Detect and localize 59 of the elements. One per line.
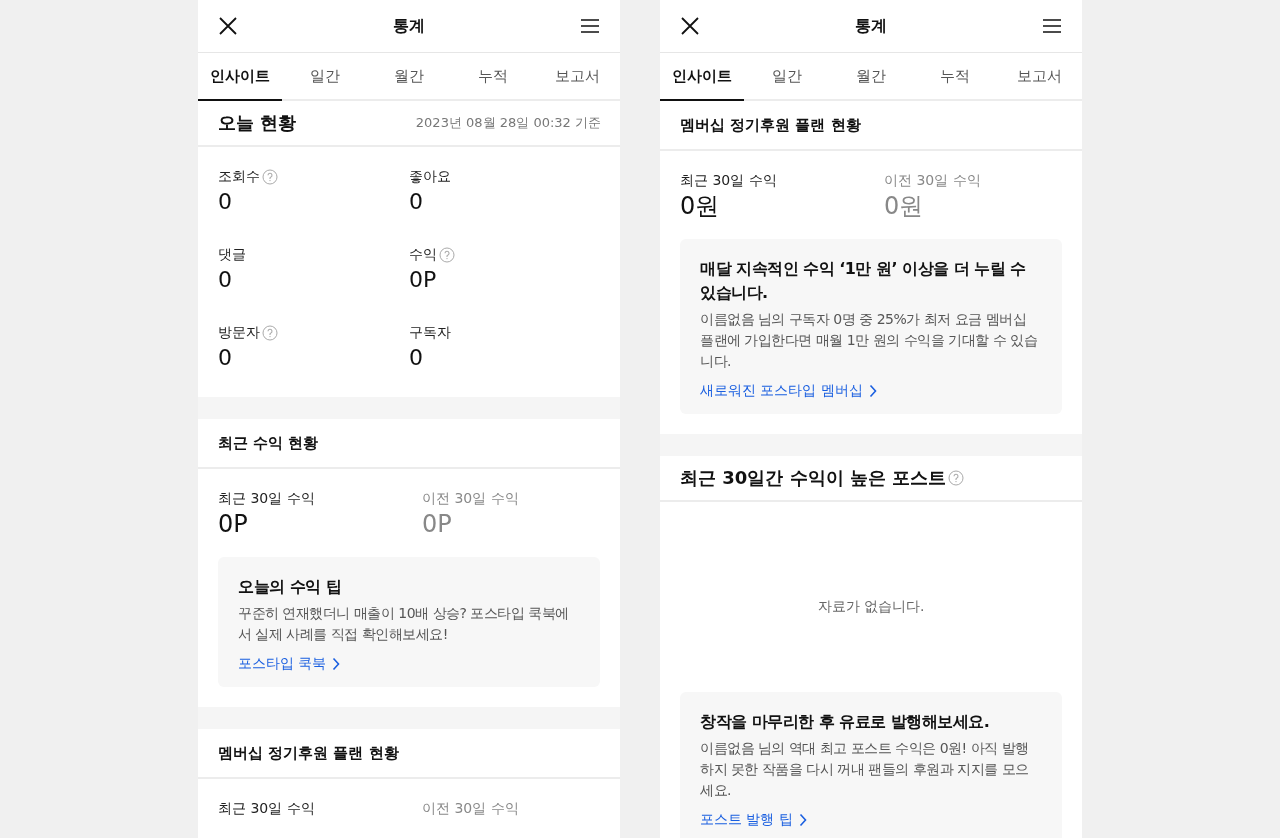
tab[interactable]: 보고서 [997, 53, 1082, 101]
stat-label: 이전 30일 수익 [422, 800, 519, 818]
tip-link[interactable]: 새로워진 포스타입 멤버십 [700, 382, 877, 400]
stat-value: 0P [422, 509, 453, 539]
stat-label: 방문자 [218, 324, 260, 342]
section-title: 최근 30일간 수익이 높은 포스트 [680, 466, 947, 490]
timestamp: 2023년 08월 28일 00:32 기준 [415, 114, 601, 132]
section-title: 최근 수익 현황 [218, 433, 319, 453]
close-button[interactable] [218, 16, 238, 36]
stat-value: 0 [409, 188, 424, 216]
stat-value: 0원 [884, 191, 925, 221]
section-title: 멤버십 정기후원 플랜 현황 [218, 743, 399, 763]
empty-message: 자료가 없습니다. [817, 598, 925, 616]
tip-link[interactable]: 포스타입 쿡북 [238, 655, 341, 673]
tab[interactable]: 누적 [913, 53, 998, 101]
tip-title: 매달 지속적인 수익 ‘1만 원’ 이상을 더 누릴 수 있습니다. [700, 258, 1027, 304]
tip-title: 창작을 마무리한 후 유료로 발행해보세요. [700, 711, 991, 733]
tip-text: 이름없음 님의 역대 최고 포스트 수익은 0원! 아직 발행하지 못한 작품을 다시 꺼내 팬들의 후원과 지지를 모으세요. [700, 739, 1030, 800]
stat-label: 조회수 [218, 168, 260, 186]
chevron-right-icon [868, 384, 877, 398]
stat-label: 최근 30일 수익 [680, 172, 777, 190]
tab[interactable]: 일간 [744, 53, 829, 101]
tab[interactable]: 월간 [366, 53, 452, 101]
menu-icon [580, 18, 600, 34]
stat-value: 0P [409, 266, 438, 294]
tab[interactable]: 일간 [282, 53, 367, 101]
menu-icon [1042, 18, 1062, 34]
menu-button[interactable] [580, 18, 600, 34]
stat-value: 0 [409, 344, 424, 372]
stat-label: 수익 [409, 246, 437, 264]
close-icon [680, 16, 700, 36]
tip-title: 오늘의 수익 팁 [238, 576, 343, 598]
close-button[interactable] [680, 16, 700, 36]
stat-label: 최근 30일 수익 [218, 490, 315, 508]
stat-value: 0 [218, 188, 233, 216]
section-title: 오늘 현황 [218, 111, 297, 135]
stat-label: 좋아요 [409, 168, 451, 186]
stat-value: 0 [218, 266, 233, 294]
stat-label: 구독자 [409, 324, 451, 342]
page-title: 통계 [393, 15, 425, 37]
chevron-right-icon [332, 657, 341, 671]
stat-label: 이전 30일 수익 [422, 490, 519, 508]
chevron-right-icon [798, 813, 807, 827]
tab[interactable]: 월간 [828, 53, 914, 101]
menu-button[interactable] [1042, 18, 1062, 34]
close-icon [218, 16, 238, 36]
tip-link[interactable]: 포스트 발행 팁 [700, 811, 807, 829]
stat-value: 0P [218, 509, 249, 539]
stat-label: 이전 30일 수익 [884, 172, 981, 190]
tab[interactable]: 누적 [451, 53, 536, 101]
tip-text: 꾸준히 연재했더니 매출이 10배 상승? 포스타입 쿡북에서 실제 사례를 직접 확인해보세요! [238, 604, 570, 644]
section-title: 멤버십 정기후원 플랜 현황 [680, 115, 861, 135]
stat-value: 0원 [680, 191, 721, 221]
tip-text: 이름없음 님의 구독자 0명 중 25%가 최저 요금 멤버십 플랜에 가입한다면 매월 1만 원의 수익을 기대할 수 있습니다. [700, 310, 1038, 371]
page-title: 통계 [855, 15, 887, 37]
stat-label: 댓글 [218, 246, 246, 264]
tab[interactable]: 보고서 [535, 53, 620, 101]
stat-value: 0 [218, 344, 233, 372]
stat-label: 최근 30일 수익 [218, 800, 315, 818]
